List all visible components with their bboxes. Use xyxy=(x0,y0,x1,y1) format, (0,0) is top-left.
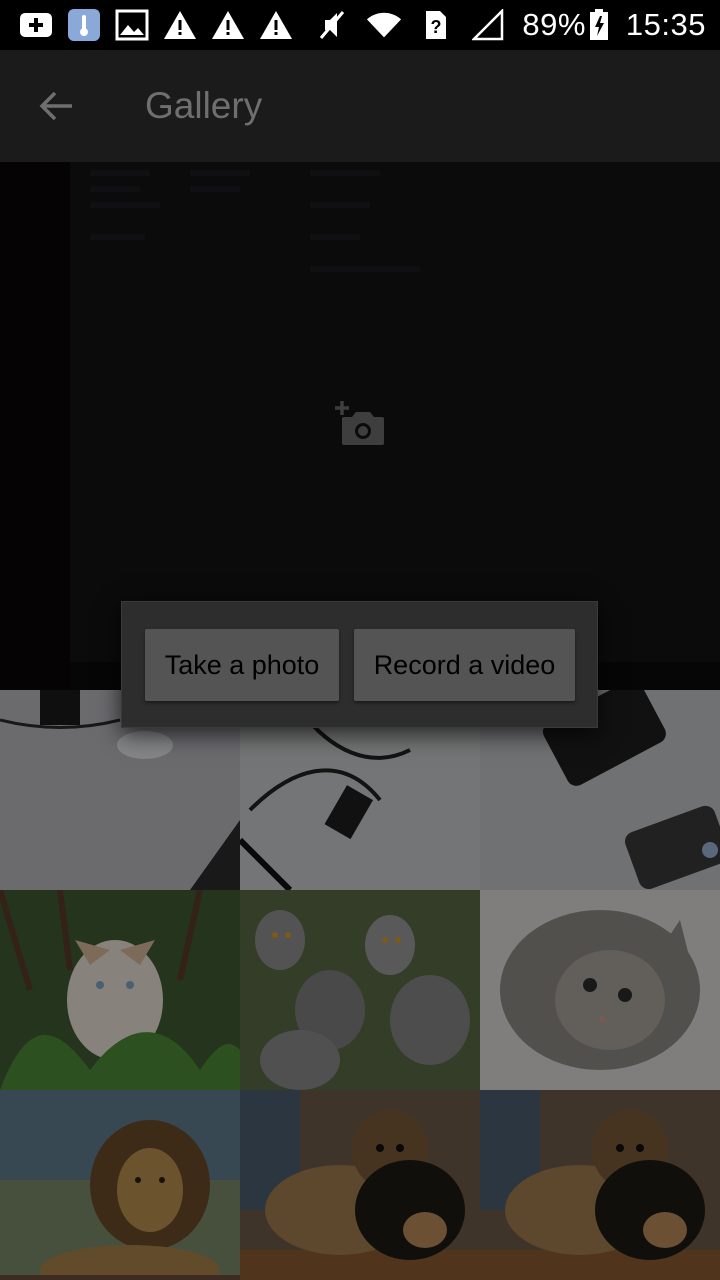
back-button[interactable] xyxy=(0,50,112,162)
thumbnail-cat-in-plants[interactable] xyxy=(0,890,240,1090)
capture-dialog: Take a photo Record a video xyxy=(121,601,598,728)
thumbnail-puppies[interactable] xyxy=(480,1090,720,1280)
status-bar: ? 89% 15:35 xyxy=(0,0,720,50)
take-photo-button[interactable]: Take a photo xyxy=(145,629,339,701)
page-title: Gallery xyxy=(145,85,263,126)
thumbnail-puppies[interactable] xyxy=(240,1090,480,1280)
battery-percent: 89% xyxy=(522,7,586,42)
image-icon xyxy=(114,8,150,42)
mute-icon xyxy=(314,8,350,42)
battery-charging-icon xyxy=(588,8,610,42)
warning-icon xyxy=(162,8,198,42)
thumbnail-lemurs[interactable] xyxy=(240,890,480,1090)
thumbnail-lion[interactable] xyxy=(0,1090,240,1280)
thumbnail-kitten[interactable] xyxy=(480,890,720,1090)
camera-preview xyxy=(70,162,720,662)
sim-unknown-icon: ? xyxy=(418,8,454,42)
thermometer-app-icon xyxy=(66,8,102,42)
svg-text:?: ? xyxy=(431,17,442,37)
signal-icon xyxy=(470,8,506,42)
arrow-back-icon xyxy=(39,91,72,121)
wifi-icon xyxy=(366,8,402,42)
app-bar: Gallery xyxy=(0,50,720,162)
warning-icon xyxy=(210,8,246,42)
record-video-button[interactable]: Record a video xyxy=(354,629,575,701)
add-notification-icon xyxy=(18,8,54,42)
warning-icon xyxy=(258,8,294,42)
clock: 15:35 xyxy=(625,7,706,42)
camera-add-icon xyxy=(334,400,386,446)
